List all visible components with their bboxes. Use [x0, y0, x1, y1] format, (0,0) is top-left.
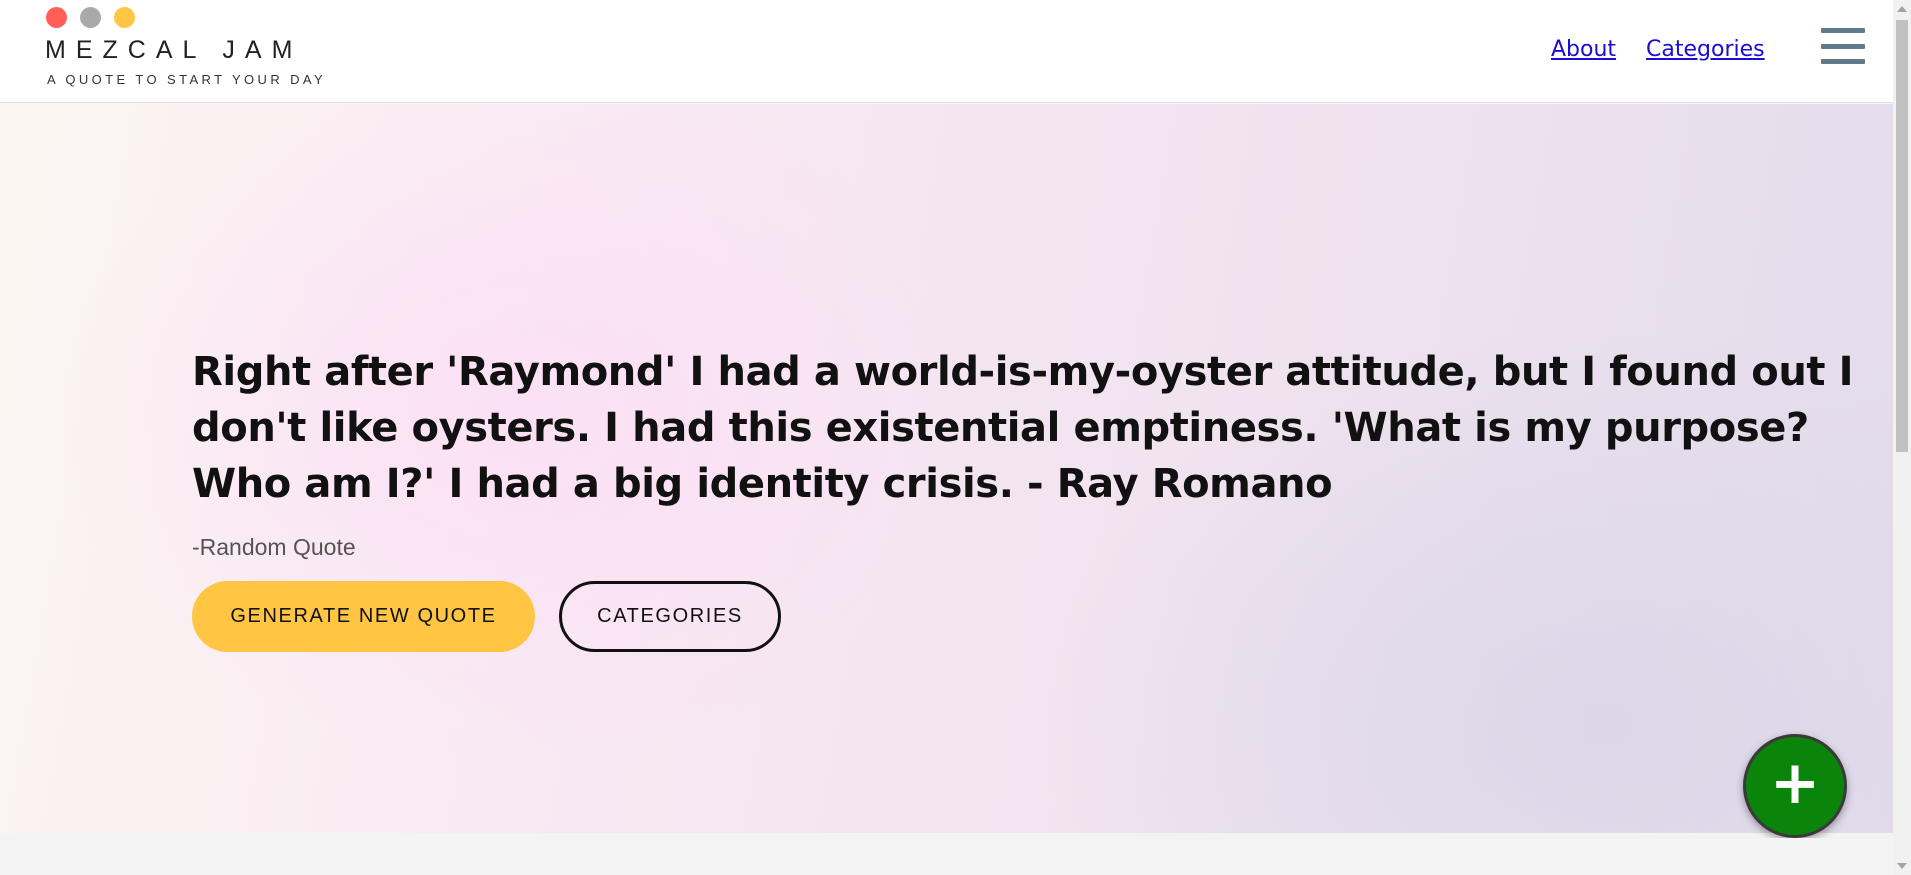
quote-text: Right after 'Raymond' I had a world-is-m…	[192, 349, 1854, 507]
scrollbar-thumb[interactable]	[1896, 20, 1908, 452]
hamburger-bar	[1821, 28, 1865, 33]
site-logo-title[interactable]: MEZCAL JAM	[45, 36, 302, 65]
quote-source: -Random Quote	[192, 534, 356, 560]
hero-section: Right after 'Raymond' I had a world-is-m…	[0, 104, 1893, 833]
close-window-dot[interactable]	[46, 7, 67, 28]
nav-link-about[interactable]: About	[1551, 37, 1616, 62]
page: MEZCAL JAM A QUOTE TO START YOUR DAY Abo…	[0, 0, 1911, 875]
hamburger-menu-icon[interactable]	[1821, 28, 1865, 64]
scroll-up-arrow-icon[interactable]	[1897, 6, 1907, 12]
generate-new-quote-button[interactable]: GENERATE NEW QUOTE	[192, 581, 535, 652]
categories-button[interactable]: CATEGORIES	[559, 581, 781, 652]
minimize-window-dot[interactable]	[80, 7, 101, 28]
maximize-window-dot[interactable]	[114, 7, 135, 28]
hero-content: Right after 'Raymond' I had a world-is-m…	[192, 344, 1872, 652]
hamburger-bar	[1821, 59, 1865, 64]
hero-buttons: GENERATE NEW QUOTE CATEGORIES	[192, 581, 1872, 652]
nav-link-categories[interactable]: Categories	[1646, 37, 1765, 62]
scroll-down-arrow-icon[interactable]	[1897, 863, 1907, 869]
site-tagline: A QUOTE TO START YOUR DAY	[47, 72, 327, 87]
main-nav: About Categories	[1551, 37, 1765, 62]
add-quote-button[interactable]: +	[1743, 734, 1847, 838]
window-controls	[46, 7, 135, 28]
hamburger-bar	[1821, 43, 1865, 49]
site-header: MEZCAL JAM A QUOTE TO START YOUR DAY Abo…	[0, 0, 1893, 103]
vertical-scrollbar[interactable]	[1893, 0, 1911, 875]
plus-icon: +	[1769, 748, 1821, 818]
page-bottom-area	[0, 838, 1893, 875]
